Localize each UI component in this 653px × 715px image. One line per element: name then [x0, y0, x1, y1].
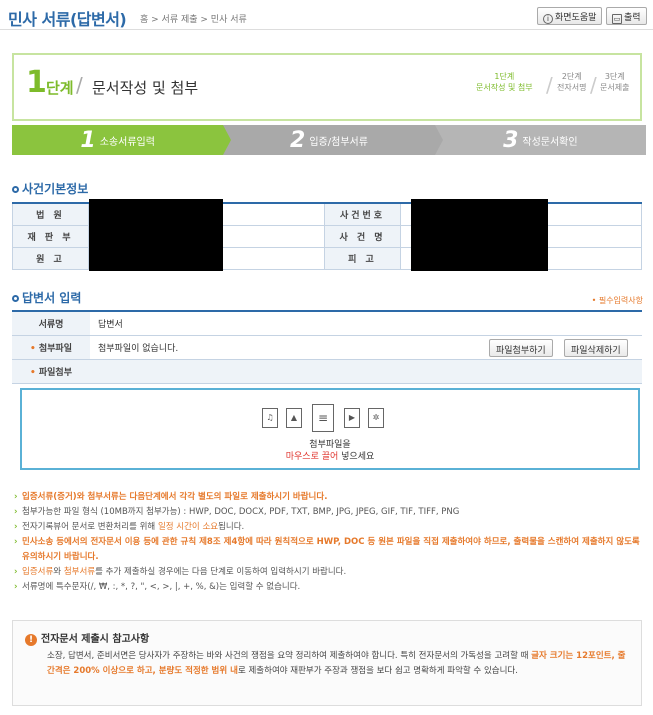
mini-step-2-label: 전자서명	[557, 83, 587, 92]
redaction-block-right	[411, 199, 548, 271]
caution-title-text: 전자문서 제출시 참고사항	[41, 634, 150, 645]
caution-body: 소장, 답변서, 준비서면은 당사자가 주장하는 바와 사건의 쟁점을 요약 정…	[47, 649, 627, 679]
document-file-icon: ≡	[312, 404, 334, 432]
tab-step-1-num: 1	[80, 127, 96, 153]
tab-step-3[interactable]: 3 작성문서확인	[434, 125, 646, 155]
division-label: 재 판 부	[12, 224, 89, 248]
mini-divider: /	[546, 73, 553, 97]
page-header: 민사 서류(답변서) 홈 > 서류 제출 > 민사 서류 i 화면도움말 ▭ 출력	[0, 0, 653, 30]
step-tabs: 1 소송서류입력 2 입증/첨부서류 3 작성문서확인	[12, 125, 646, 155]
table-row: 파일첨부	[12, 359, 642, 384]
answer-title: 답변서 입력	[22, 291, 82, 305]
court-label: 법 원	[12, 202, 89, 226]
attach-section-spacer	[90, 359, 642, 384]
tab-step-1[interactable]: 1 소송서류입력	[12, 125, 224, 155]
page-title: 민사 서류(답변서)	[8, 10, 127, 29]
plaintiff-label: 원 고	[12, 246, 89, 270]
note-text: 민사소송 등에서의 전자문서 이용 등에 관한 규칙 제8조 제4항에 따라 원…	[22, 537, 640, 562]
note-text: 와	[53, 567, 64, 577]
doc-name-label: 서류명	[12, 311, 90, 336]
tab-step-2-num: 2	[290, 127, 306, 153]
current-step-box: 1 단계 / 문서작성 및 첨부 1단계 문서작성 및 첨부 / 2단계 전자서…	[12, 53, 642, 121]
doc-name-value: 답변서	[90, 311, 642, 336]
case-number-label: 사건번호	[324, 202, 401, 226]
video-file-icon: ▶	[344, 408, 360, 428]
printer-icon: ▭	[612, 14, 622, 24]
caution-body-c: 로 제출하여야 재판부가 주장과 쟁점을 보다 쉽고 명확하게 파악할 수 있습…	[237, 666, 518, 676]
delete-file-button[interactable]: 파일삭제하기	[564, 339, 628, 357]
settings-file-icon: ✲	[368, 408, 384, 428]
defendant-label: 피 고	[324, 246, 401, 270]
answer-heading: 답변서 입력	[12, 289, 81, 306]
note-item: 전자기록뷰어 문서로 변환처리를 위해 일정 시간이 소요됩니다.	[14, 520, 642, 535]
note-item: 서류명에 특수문자(/, ₩, :, *, ?, ", <, >, |, +, …	[14, 580, 642, 595]
attach-label: 첨부파일	[12, 335, 90, 360]
tab-step-3-label: 작성문서확인	[522, 136, 578, 148]
mini-step-2: 2단계 전자서명	[557, 71, 586, 93]
mini-step-1: 1단계 문서작성 및 첨부	[476, 71, 533, 93]
mini-step-2-num: 2단계	[561, 72, 582, 81]
note-text: 입증서류	[22, 567, 54, 577]
tab-step-2[interactable]: 2 입증/첨부서류	[223, 125, 435, 155]
caution-title: ! 전자문서 제출시 참고사항	[25, 630, 149, 646]
table-row: 서류명 답변서	[12, 311, 642, 336]
case-info-title: 사건기본정보	[22, 182, 89, 196]
help-button[interactable]: i 화면도움말	[537, 7, 603, 25]
tab-step-1-label: 소송서류입력	[99, 136, 155, 148]
attach-value: 첨부파일이 없습니다.	[90, 335, 642, 360]
step-divider: /	[76, 73, 83, 97]
attach-file-button[interactable]: 파일첨부하기	[489, 339, 553, 357]
attach-section-label: 파일첨부	[12, 359, 90, 384]
mini-step-3: 3단계 문서제출	[600, 71, 629, 93]
note-text: 서류명에 특수문자(/, ₩, :, *, ?, ", <, >, |, +, …	[22, 582, 301, 592]
audio-file-icon: ♫	[262, 408, 278, 428]
mini-step-1-label: 문서작성 및 첨부	[476, 83, 533, 92]
case-name-label: 사 건 명	[324, 224, 401, 248]
case-info-heading: 사건기본정보	[12, 180, 88, 197]
note-text: 첨부가능한 파일 형식 (10MB까지 첨부가능) : HWP, DOC, DO…	[22, 507, 460, 517]
print-button[interactable]: ▭ 출력	[606, 7, 647, 25]
note-text: 일정 시간이 소요	[157, 522, 219, 532]
info-icon: i	[543, 14, 553, 24]
warning-icon: !	[25, 634, 37, 646]
tab-step-3-num: 3	[503, 127, 519, 153]
drop-text-line2: 마우스로 끌어 넣으세요	[22, 449, 638, 462]
caution-body-a: 소장, 답변서, 준비서면은 당사자가 주장하는 바와 사건의 쟁점을 요약 정…	[47, 651, 532, 661]
note-item: 첨부가능한 파일 형식 (10MB까지 첨부가능) : HWP, DOC, DO…	[14, 505, 642, 520]
note-text: 됩니다.	[218, 522, 245, 532]
notes-list: 입증서류(증거)와 첨부서류는 다음단계에서 각각 별도의 파일로 제출하시기 …	[14, 490, 642, 595]
step-number: 1	[26, 65, 47, 100]
drop-text-highlight: 마우스로 끌어	[285, 452, 339, 462]
note-text: 입증서류(증거)와 첨부서류는 다음단계에서 각각 별도의 파일로 제출하시기 …	[22, 492, 328, 502]
note-item: 입증서류와 첨부서류를 추가 제출하실 경우에는 다음 단계로 이동하여 입력하…	[14, 565, 642, 580]
note-text: 첨부서류	[63, 567, 96, 577]
note-text: 를 추가 제출하실 경우에는 다음 단계로 이동하여 입력하시기 바랍니다.	[95, 567, 347, 577]
step-name: 문서작성 및 첨부	[92, 79, 199, 97]
print-button-label: 출력	[624, 13, 641, 23]
mini-divider: /	[590, 73, 597, 97]
mini-step-3-num: 3단계	[604, 72, 625, 81]
note-text: 전자기록뷰어 문서로 변환처리를 위해	[22, 522, 158, 532]
bullet-icon	[12, 186, 19, 193]
help-button-label: 화면도움말	[555, 13, 597, 23]
note-item: 민사소송 등에서의 전자문서 이용 등에 관한 규칙 제8조 제4항에 따라 원…	[14, 535, 642, 565]
step-unit: 단계	[46, 79, 74, 97]
mini-step-1-num: 1단계	[494, 72, 515, 81]
file-drop-zone[interactable]: ♫ ▲ ≡ ▶ ✲ 첨부파일을 마우스로 끌어 넣으세요	[20, 388, 640, 470]
redaction-block-left	[89, 199, 223, 271]
drop-text-rest: 넣으세요	[338, 452, 375, 462]
caution-box: ! 전자문서 제출시 참고사항 소장, 답변서, 준비서면은 당사자가 주장하는 …	[12, 620, 642, 706]
tab-step-2-label: 입증/첨부서류	[309, 136, 368, 148]
image-file-icon: ▲	[286, 408, 302, 428]
mini-step-3-label: 문서제출	[600, 83, 630, 92]
breadcrumb: 홈 > 서류 제출 > 민사 서류	[140, 15, 247, 25]
required-note: • 필수입력사항	[591, 296, 643, 305]
note-item: 입증서류(증거)와 첨부서류는 다음단계에서 각각 별도의 파일로 제출하시기 …	[14, 490, 642, 505]
bullet-icon	[12, 295, 19, 302]
